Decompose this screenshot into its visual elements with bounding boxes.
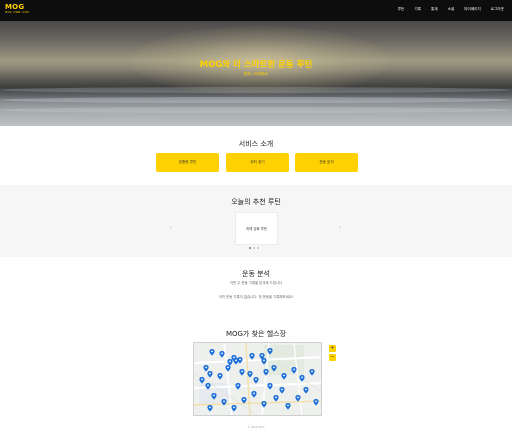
logo-text: MOG bbox=[5, 3, 25, 11]
nav-link-record[interactable]: 기록 bbox=[409, 6, 426, 12]
analysis-subtitle: 이번 주 운동 기록을 분석해 드립니다 bbox=[229, 281, 283, 285]
service-button-analysis[interactable]: 운동 분석 bbox=[295, 153, 358, 172]
gym-marker-dot bbox=[223, 400, 225, 403]
zoom-out-button[interactable]: − bbox=[329, 354, 336, 361]
gym-marker-dot bbox=[297, 396, 299, 399]
logo[interactable]: MOG MOV. OWN. GYM. bbox=[5, 3, 30, 15]
nav-link-routine[interactable]: 루틴 bbox=[393, 6, 410, 12]
gym-marker-dot bbox=[263, 402, 265, 405]
gym-marker-dot bbox=[209, 406, 211, 409]
gym-marker-dot bbox=[269, 384, 271, 387]
gym-marker-dot bbox=[213, 394, 215, 397]
analysis-title: 운동 분석 bbox=[242, 270, 270, 278]
hero-title: MOG와 더 스마트한 운동 루틴 bbox=[199, 60, 313, 70]
gym-marker-dot bbox=[239, 358, 241, 361]
gym-marker-dot bbox=[209, 372, 211, 375]
gym-marker-dot bbox=[241, 370, 243, 373]
routine-card[interactable]: 하체 강화 루틴 bbox=[235, 212, 278, 245]
chevron-left-icon[interactable]: ‹ bbox=[170, 225, 172, 231]
gym-marker-dot bbox=[311, 370, 313, 373]
recommend-title: 오늘의 추천 루틴 bbox=[231, 198, 281, 206]
nav-link-social[interactable]: 소셜 bbox=[443, 6, 460, 12]
nav-links: 루틴 기록 통계 소셜 마이페이지 로그아웃 bbox=[393, 6, 509, 12]
gym-marker-dot bbox=[221, 352, 223, 355]
carousel-dot[interactable] bbox=[253, 247, 255, 249]
gym-marker-dot bbox=[301, 376, 303, 379]
hero-subtitle: 함께 시작해봐요 bbox=[243, 72, 269, 76]
gym-marker-dot bbox=[273, 366, 275, 369]
gym-marker-dot bbox=[219, 374, 221, 377]
recommend-section: 오늘의 추천 루틴 ‹ 하체 강화 루틴 › bbox=[0, 185, 512, 257]
analysis-empty-message: 아직 운동 기록이 없습니다. 첫 운동을 기록해보세요! bbox=[218, 295, 294, 299]
gym-marker-dot bbox=[281, 388, 283, 391]
footer-text: © 2024 MOG bbox=[247, 426, 265, 429]
gym-marker-dot bbox=[251, 354, 253, 357]
gym-marker-dot bbox=[201, 378, 203, 381]
gym-marker-dot bbox=[205, 366, 207, 369]
carousel-dot[interactable] bbox=[249, 247, 251, 249]
gym-marker-dot bbox=[261, 354, 263, 357]
gym-map[interactable] bbox=[193, 342, 322, 416]
hero-wave bbox=[0, 107, 512, 113]
gyms-title: MOG가 찾은 헬스장 bbox=[225, 330, 287, 338]
nav-link-logout[interactable]: 로그아웃 bbox=[486, 6, 509, 12]
carousel-dots bbox=[249, 247, 259, 249]
nav-link-mypage[interactable]: 마이페이지 bbox=[459, 6, 486, 12]
zoom-in-button[interactable]: + bbox=[329, 345, 336, 352]
gym-marker-dot bbox=[235, 359, 237, 362]
gym-marker-dot bbox=[263, 359, 265, 362]
gym-marker-dot bbox=[283, 374, 285, 377]
carousel-dot[interactable] bbox=[257, 247, 259, 249]
gym-marker-dot bbox=[227, 366, 229, 369]
hero-wave bbox=[0, 87, 512, 93]
gym-marker-dot bbox=[293, 368, 295, 371]
gym-marker-dot bbox=[305, 388, 307, 391]
services-title: 서비스 소개 bbox=[238, 140, 274, 148]
gym-marker-dot bbox=[211, 350, 213, 353]
gym-marker-dot bbox=[243, 398, 245, 401]
nav-link-stats[interactable]: 통계 bbox=[426, 6, 443, 12]
chevron-right-icon[interactable]: › bbox=[339, 225, 341, 231]
service-button-location[interactable]: 위치 찾기 bbox=[226, 153, 289, 172]
hero-banner: MOG와 더 스마트한 운동 루틴 함께 시작해봐요 bbox=[0, 21, 512, 126]
gym-marker-dot bbox=[265, 370, 267, 373]
logo-tagline: MOV. OWN. GYM. bbox=[5, 11, 30, 14]
gym-marker-dot bbox=[253, 392, 255, 395]
gym-marker-dot bbox=[207, 384, 209, 387]
gym-marker-dot bbox=[275, 396, 277, 399]
gym-marker-dot bbox=[269, 349, 271, 352]
gym-marker-dot bbox=[255, 378, 257, 381]
gym-marker-dot bbox=[315, 400, 317, 403]
gym-marker-dot bbox=[237, 384, 239, 387]
service-button-routine[interactable]: 맞춤형 루틴 bbox=[156, 153, 219, 172]
page: MOG MOV. OWN. GYM. 루틴 기록 통계 소셜 마이페이지 로그아… bbox=[0, 0, 512, 432]
map-canvas bbox=[194, 343, 321, 415]
gym-marker-dot bbox=[233, 356, 235, 359]
gym-marker-dot bbox=[249, 372, 251, 375]
gym-marker-dot bbox=[229, 360, 231, 363]
gym-marker-dot bbox=[287, 404, 289, 407]
hero-wave bbox=[0, 97, 512, 103]
top-navbar: MOG MOV. OWN. GYM. 루틴 기록 통계 소셜 마이페이지 로그아… bbox=[0, 0, 512, 21]
gym-marker-dot bbox=[233, 406, 235, 409]
